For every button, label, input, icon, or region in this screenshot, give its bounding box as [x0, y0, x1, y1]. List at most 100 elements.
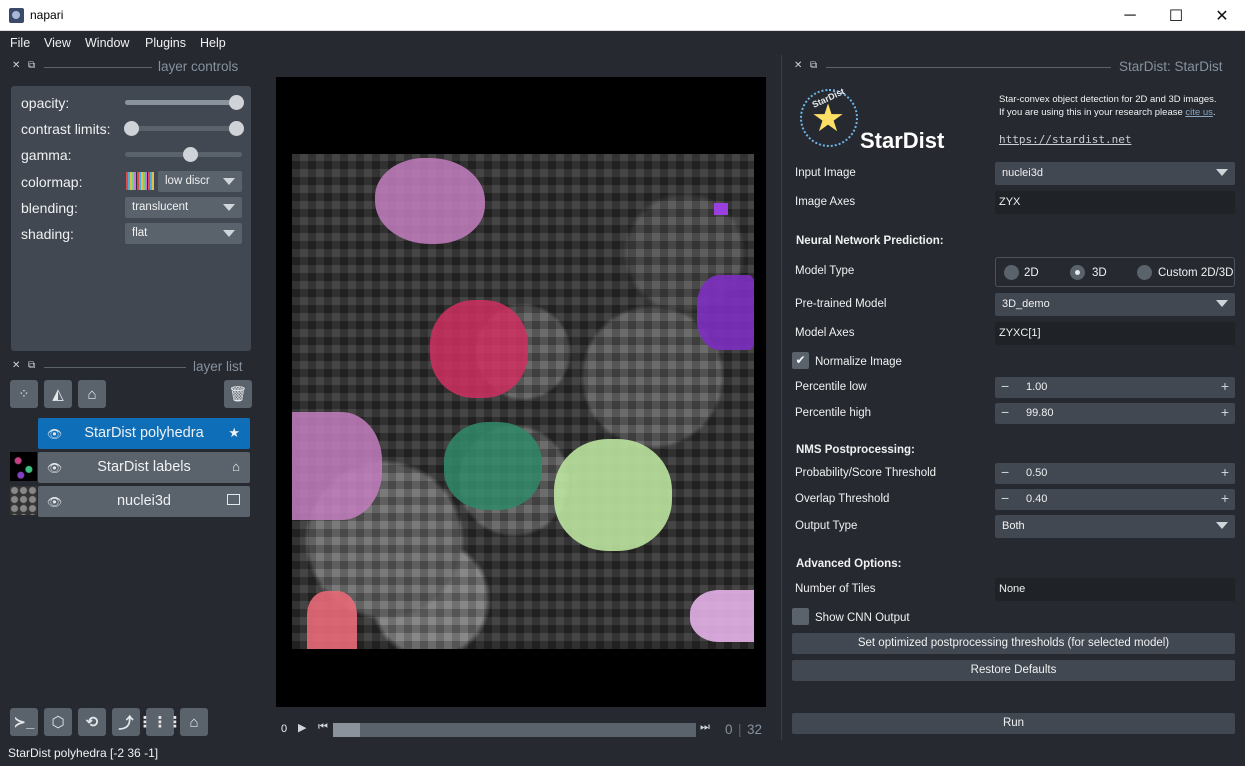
input-image-label: Input Image — [795, 167, 856, 179]
layer-row-nuclei3d[interactable]: 👁 nuclei3d — [38, 486, 250, 517]
shading-value: flat — [132, 227, 148, 239]
shading-dropdown[interactable]: flat — [125, 223, 242, 244]
increment-icon[interactable]: + — [1221, 404, 1229, 420]
decrement-icon[interactable]: − — [1001, 490, 1009, 506]
menu-help[interactable]: Help — [200, 36, 226, 50]
tag-icon: ⌂ — [87, 385, 97, 403]
step-back-button[interactable]: ⏮ — [318, 721, 328, 734]
float-dock-icon[interactable]: ⧉ — [28, 360, 35, 371]
output-type-value: Both — [1002, 520, 1025, 532]
pretrained-model-dropdown[interactable]: 3D_demo — [995, 293, 1235, 316]
layer-row-stardist-labels[interactable]: 👁 StarDist labels ⌂ — [38, 452, 250, 483]
close-dock-icon[interactable]: ✕ — [12, 360, 20, 371]
transpose-button[interactable]: ⤴ — [112, 708, 140, 736]
menu-bar: File View Window Plugins Help — [0, 31, 1245, 55]
ndisplay-button[interactable]: ⬡ — [44, 708, 72, 736]
dims-slider[interactable] — [333, 723, 696, 737]
radio-3d-label: 3D — [1092, 267, 1107, 279]
label-region — [444, 422, 542, 510]
layer-row-stardist-polyhedra[interactable]: 👁 StarDist polyhedra ★ — [38, 418, 250, 449]
dims-separator: | — [738, 722, 742, 737]
decrement-icon[interactable]: − — [1001, 464, 1009, 480]
radio-2d[interactable] — [1004, 265, 1019, 280]
nuclei-image[interactable] — [292, 154, 754, 649]
output-type-dropdown[interactable]: Both — [995, 515, 1235, 538]
layer-name: nuclei3d — [116, 493, 171, 509]
gamma-label: gamma: — [21, 147, 72, 163]
header-divider — [826, 67, 1111, 68]
contrast-limits-slider[interactable] — [125, 126, 242, 131]
menu-window[interactable]: Window — [85, 36, 129, 50]
dims-current-value: 0 — [725, 722, 733, 737]
stardist-url-link[interactable]: https://stardist.net — [999, 133, 1131, 146]
percentile-low-value: 1.00 — [1026, 381, 1048, 393]
restore-defaults-button[interactable]: Restore Defaults — [792, 660, 1235, 681]
number-of-tiles-label: Number of Tiles — [795, 583, 876, 595]
layer-thumbnail — [10, 452, 37, 481]
gamma-slider-handle[interactable] — [183, 147, 198, 162]
radio-3d[interactable] — [1070, 265, 1085, 280]
increment-icon[interactable]: + — [1221, 464, 1229, 480]
layer-name: StarDist labels — [97, 459, 191, 475]
set-thresholds-button[interactable]: Set optimized postprocessing thresholds … — [792, 633, 1235, 654]
close-dock-icon[interactable]: ✕ — [794, 60, 802, 71]
grid-icon: ⋮⋮⋮ — [137, 714, 183, 731]
radio-custom[interactable] — [1137, 265, 1152, 280]
roll-dims-button[interactable]: ⟲ — [78, 708, 106, 736]
decrement-icon[interactable]: − — [1001, 404, 1009, 420]
model-axes-input[interactable]: ZYXC[1] — [995, 322, 1235, 345]
opacity-slider[interactable] — [125, 100, 242, 105]
home-button[interactable]: ⌂ — [180, 708, 208, 736]
probability-threshold-spinbox[interactable]: − 0.50 + — [995, 463, 1235, 484]
radio-2d-label: 2D — [1024, 267, 1039, 279]
nn-section-heading: Neural Network Prediction: — [796, 235, 944, 247]
increment-icon[interactable]: + — [1221, 378, 1229, 394]
percentile-low-label: Percentile low — [795, 381, 867, 393]
menu-file[interactable]: File — [10, 36, 30, 50]
overlap-threshold-spinbox[interactable]: − 0.40 + — [995, 489, 1235, 510]
dock-splitter[interactable] — [781, 55, 782, 740]
percentile-low-spinbox[interactable]: − 1.00 + — [995, 377, 1235, 398]
header-divider — [44, 67, 152, 68]
napari-app-icon — [9, 8, 24, 23]
window-title: napari — [30, 8, 64, 22]
decrement-icon[interactable]: − — [1001, 378, 1009, 394]
close-button[interactable]: ✕ — [1199, 0, 1245, 31]
increment-icon[interactable]: + — [1221, 490, 1229, 506]
cite-link[interactable]: cite us — [1185, 107, 1212, 118]
play-button[interactable]: ▶ — [298, 721, 306, 734]
number-of-tiles-input[interactable]: None — [995, 578, 1235, 601]
step-forward-button[interactable]: ⏭ — [700, 721, 710, 734]
close-dock-icon[interactable]: ✕ — [12, 60, 20, 71]
normalize-checkbox[interactable]: ✔ — [792, 352, 809, 369]
contrast-high-handle[interactable] — [229, 121, 244, 136]
label-region — [292, 412, 382, 520]
float-dock-icon[interactable]: ⧉ — [28, 60, 35, 71]
run-button[interactable]: Run — [792, 713, 1235, 734]
menu-plugins[interactable]: Plugins — [145, 36, 186, 50]
dims-slider-handle[interactable] — [333, 723, 360, 737]
colormap-label: colormap: — [21, 174, 83, 190]
new-points-layer-button[interactable]: ⁘ — [10, 380, 38, 408]
new-shapes-layer-button[interactable]: ◭ — [44, 380, 72, 408]
image-axes-input[interactable]: ZYX — [995, 191, 1235, 214]
new-labels-layer-button[interactable]: ⌂ — [78, 380, 106, 408]
input-image-dropdown[interactable]: nuclei3d — [995, 162, 1235, 185]
minimize-button[interactable]: ─ — [1107, 0, 1153, 31]
blending-dropdown[interactable]: translucent — [125, 197, 242, 218]
home-icon: ⌂ — [189, 713, 199, 731]
grid-view-button[interactable]: ⋮⋮⋮ — [138, 708, 183, 736]
menu-view[interactable]: View — [44, 36, 71, 50]
label-region — [430, 300, 528, 398]
chevron-down-icon — [223, 204, 235, 211]
percentile-high-spinbox[interactable]: − 99.80 + — [995, 403, 1235, 424]
maximize-button[interactable]: ☐ — [1153, 0, 1199, 31]
console-button[interactable]: ≻_ — [10, 708, 38, 736]
pretrained-model-value: 3D_demo — [1002, 298, 1050, 310]
colormap-dropdown[interactable]: low discr — [158, 171, 242, 192]
contrast-low-handle[interactable] — [124, 121, 139, 136]
float-dock-icon[interactable]: ⧉ — [810, 60, 817, 71]
opacity-slider-handle[interactable] — [229, 95, 244, 110]
show-cnn-checkbox[interactable] — [792, 608, 809, 625]
delete-layer-button[interactable]: 🗑 — [224, 380, 252, 408]
